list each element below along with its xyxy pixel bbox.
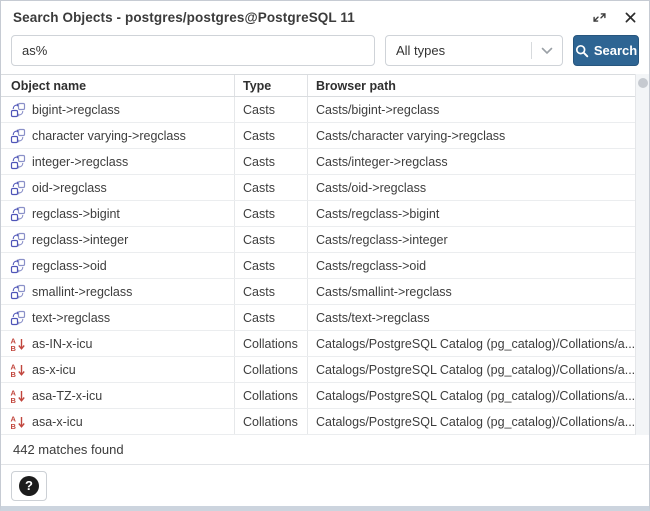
collation-icon: A B bbox=[10, 388, 26, 404]
object-name: asa-x-icu bbox=[32, 415, 83, 429]
table-row[interactable]: A B smallint->regclass Casts Casts/small… bbox=[1, 279, 649, 305]
scrollbar-thumb[interactable] bbox=[638, 78, 648, 88]
column-header-browser-path[interactable]: Browser path bbox=[307, 75, 649, 96]
search-icon bbox=[575, 44, 589, 58]
object-browser-path: Catalogs/PostgreSQL Catalog (pg_catalog)… bbox=[307, 383, 649, 408]
cast-icon bbox=[10, 258, 26, 274]
cast-icon bbox=[10, 128, 26, 144]
status-bar: 442 matches found bbox=[1, 435, 649, 465]
collation-icon: A B bbox=[10, 362, 26, 378]
help-button[interactable]: ? bbox=[11, 471, 47, 501]
object-type: Casts bbox=[234, 201, 307, 226]
help-icon: ? bbox=[19, 476, 39, 496]
table-row[interactable]: A B as-x-icu Collations Catalogs/Postgre… bbox=[1, 357, 649, 383]
object-type: Collations bbox=[234, 383, 307, 408]
table-row[interactable]: A B character varying->regclass Casts Ca… bbox=[1, 123, 649, 149]
column-header-object-name[interactable]: Object name bbox=[1, 75, 234, 96]
object-type: Casts bbox=[234, 279, 307, 304]
table-row[interactable]: A B bigint->regclass Casts Casts/bigint-… bbox=[1, 97, 649, 123]
object-type: Casts bbox=[234, 305, 307, 330]
grid-header: Object name Type Browser path bbox=[1, 74, 649, 97]
svg-text:B: B bbox=[11, 396, 17, 404]
object-type: Casts bbox=[234, 123, 307, 148]
cast-icon bbox=[10, 310, 26, 326]
table-row[interactable]: A B text->regclass Casts Casts/text->reg… bbox=[1, 305, 649, 331]
object-browser-path: Casts/integer->regclass bbox=[307, 149, 649, 174]
title-bar: Search Objects - postgres/postgres@Postg… bbox=[1, 1, 649, 31]
object-name: regclass->bigint bbox=[32, 207, 120, 221]
table-row[interactable]: A B oid->regclass Casts Casts/oid->regcl… bbox=[1, 175, 649, 201]
search-objects-dialog: Search Objects - postgres/postgres@Postg… bbox=[0, 0, 650, 511]
cast-icon bbox=[10, 102, 26, 118]
cast-icon bbox=[10, 206, 26, 222]
matches-count-text: 442 matches found bbox=[13, 442, 124, 457]
cast-icon bbox=[10, 284, 26, 300]
results-grid: Object name Type Browser path A B bbox=[1, 74, 649, 435]
object-type: Casts bbox=[234, 253, 307, 278]
object-browser-path: Catalogs/PostgreSQL Catalog (pg_catalog)… bbox=[307, 357, 649, 382]
search-input[interactable] bbox=[11, 35, 375, 66]
object-name: as-IN-x-icu bbox=[32, 337, 92, 351]
search-button[interactable]: Search bbox=[573, 35, 639, 66]
table-row[interactable]: A B regclass->bigint Casts Casts/regclas… bbox=[1, 201, 649, 227]
object-name: as-x-icu bbox=[32, 363, 76, 377]
type-filter-value: All types bbox=[396, 43, 445, 58]
object-name: smallint->regclass bbox=[32, 285, 132, 299]
object-name: regclass->oid bbox=[32, 259, 107, 273]
cast-icon bbox=[10, 232, 26, 248]
object-name: integer->regclass bbox=[32, 155, 128, 169]
object-type: Collations bbox=[234, 409, 307, 434]
column-header-type[interactable]: Type bbox=[234, 75, 307, 96]
cast-icon bbox=[10, 180, 26, 196]
object-type: Casts bbox=[234, 149, 307, 174]
object-browser-path: Catalogs/PostgreSQL Catalog (pg_catalog)… bbox=[307, 409, 649, 434]
object-browser-path: Casts/text->regclass bbox=[307, 305, 649, 330]
object-browser-path: Casts/smallint->regclass bbox=[307, 279, 649, 304]
vertical-scrollbar[interactable] bbox=[635, 74, 649, 435]
object-browser-path: Casts/bigint->regclass bbox=[307, 97, 649, 122]
collation-icon: A B bbox=[10, 414, 26, 430]
svg-text:B: B bbox=[11, 422, 17, 430]
object-name: regclass->integer bbox=[32, 233, 128, 247]
collation-icon: A B bbox=[10, 336, 26, 352]
object-name: character varying->regclass bbox=[32, 129, 186, 143]
object-type: Collations bbox=[234, 357, 307, 382]
table-row[interactable]: A B regclass->oid Casts Casts/regclass->… bbox=[1, 253, 649, 279]
type-filter-select[interactable]: All types bbox=[385, 35, 563, 66]
search-toolbar: All types Search bbox=[1, 31, 649, 74]
table-row[interactable]: A B regclass->integer Casts Casts/regcla… bbox=[1, 227, 649, 253]
table-row[interactable]: A B as-IN-x-icu Collations Catalogs/Post… bbox=[1, 331, 649, 357]
object-name: text->regclass bbox=[32, 311, 110, 325]
cast-icon bbox=[10, 154, 26, 170]
object-browser-path: Casts/regclass->integer bbox=[307, 227, 649, 252]
object-browser-path: Casts/oid->regclass bbox=[307, 175, 649, 200]
table-row[interactable]: A B asa-x-icu Collations Catalogs/Postgr… bbox=[1, 409, 649, 435]
expand-icon[interactable] bbox=[592, 10, 606, 24]
object-name: bigint->regclass bbox=[32, 103, 120, 117]
dialog-footer: ? bbox=[1, 465, 649, 506]
table-row[interactable]: A B asa-TZ-x-icu Collations Catalogs/Pos… bbox=[1, 383, 649, 409]
dialog-title: Search Objects - postgres/postgres@Postg… bbox=[13, 10, 355, 25]
object-browser-path: Casts/regclass->bigint bbox=[307, 201, 649, 226]
grid-body: A B bigint->regclass Casts Casts/bigint-… bbox=[1, 97, 649, 435]
table-row[interactable]: A B integer->regclass Casts Casts/intege… bbox=[1, 149, 649, 175]
object-browser-path: Catalogs/PostgreSQL Catalog (pg_catalog)… bbox=[307, 331, 649, 356]
close-icon[interactable] bbox=[623, 10, 637, 24]
object-type: Casts bbox=[234, 97, 307, 122]
object-type: Casts bbox=[234, 227, 307, 252]
object-browser-path: Casts/character varying->regclass bbox=[307, 123, 649, 148]
svg-text:B: B bbox=[11, 370, 17, 378]
object-browser-path: Casts/regclass->oid bbox=[307, 253, 649, 278]
svg-text:B: B bbox=[11, 344, 17, 352]
chevron-down-icon bbox=[532, 47, 562, 55]
object-type: Casts bbox=[234, 175, 307, 200]
object-name: asa-TZ-x-icu bbox=[32, 389, 102, 403]
search-button-label: Search bbox=[594, 43, 637, 58]
object-name: oid->regclass bbox=[32, 181, 107, 195]
object-type: Collations bbox=[234, 331, 307, 356]
